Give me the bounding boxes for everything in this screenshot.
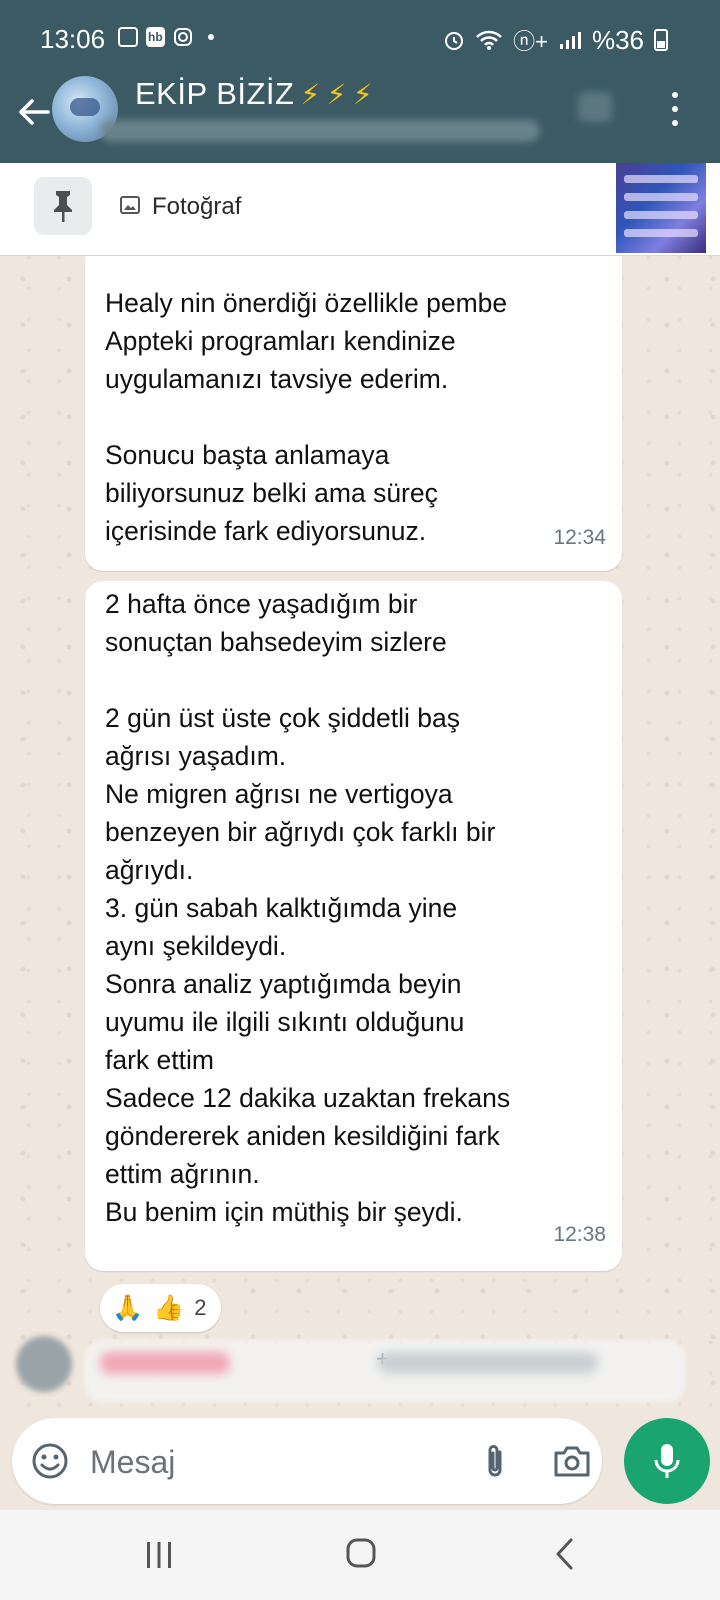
more-options-icon[interactable] [670, 92, 680, 126]
dot-icon [201, 27, 221, 47]
pray-emoji: 🙏 [112, 1293, 144, 1322]
signal-icon [559, 32, 581, 49]
pinned-label: Fotoğraf [152, 193, 242, 220]
camera-icon[interactable] [552, 1443, 592, 1479]
hb-app-icon: hb [146, 27, 165, 47]
pinned-message-bar[interactable]: Fotoğraf [0, 163, 720, 256]
gallery-icon [118, 27, 138, 47]
status-bar: 13:06 hb ⓝ+ %36 [0, 0, 720, 82]
message-time: 12:38 [553, 1223, 606, 1246]
alarm-icon [445, 32, 464, 50]
emoji-icon[interactable] [30, 1441, 70, 1481]
lightning-emoji: ⚡ [300, 78, 321, 110]
pin-icon [54, 191, 72, 222]
back-icon[interactable] [550, 1536, 580, 1572]
message-composer [12, 1418, 602, 1504]
pinned-thumbnail[interactable] [616, 163, 706, 253]
system-nav-bar [0, 1510, 720, 1600]
status-time: 13:06 [40, 24, 106, 54]
sender-avatar-redacted[interactable] [16, 1336, 72, 1392]
members-subtitle-redacted [100, 120, 540, 142]
message-time: 12:34 [553, 526, 606, 549]
sender-phone-redacted [378, 1352, 598, 1374]
battery-text: %36 [591, 24, 644, 55]
status-right: ⓝ+ %36 [443, 24, 668, 56]
message-text: 2 hafta önce yaşadığım bir sonuçtan bahs… [105, 589, 511, 1227]
status-left-icons: hb [118, 27, 221, 47]
instagram-icon [173, 27, 193, 47]
lightning-emoji: ⚡ [326, 78, 347, 110]
photo-icon [120, 196, 140, 214]
thumbs-up-emoji: 👍 [153, 1293, 185, 1322]
back-arrow-icon[interactable] [14, 92, 54, 132]
message-input[interactable] [88, 1438, 462, 1486]
chat-header: 13:06 hb ⓝ+ %36 EKİP BİZİZ ⚡ ⚡ ⚡ [0, 0, 720, 163]
message-bubble[interactable]: Healy nin önerdiği özellikle pembe Appte… [85, 256, 622, 571]
hd-plus-icon: ⓝ+ [513, 29, 548, 54]
recent-apps-icon[interactable] [142, 1538, 176, 1572]
sender-name-redacted [100, 1352, 230, 1374]
call-button-redacted[interactable] [578, 92, 612, 122]
group-title[interactable]: EKİP BİZİZ ⚡ ⚡ ⚡ [135, 76, 373, 112]
voice-message-button[interactable] [624, 1418, 710, 1504]
chat-area[interactable]: Healy nin önerdiği özellikle pembe Appte… [0, 256, 720, 1408]
battery-icon [654, 29, 668, 51]
wifi-icon [476, 30, 502, 50]
message-bubble[interactable]: 2 hafta önce yaşadığım bir sonuçtan bahs… [85, 581, 622, 1271]
lightning-emoji: ⚡ [352, 78, 373, 110]
group-name: EKİP BİZİZ [135, 76, 295, 111]
message-text: Healy nin önerdiği özellikle pembe Appte… [105, 288, 508, 546]
pin-button[interactable] [34, 177, 92, 235]
attach-icon[interactable] [480, 1442, 510, 1482]
reaction-count: 2 [194, 1295, 207, 1320]
microphone-icon [654, 1444, 680, 1478]
reactions-pill[interactable]: 🙏 👍 2 [100, 1284, 221, 1332]
home-icon[interactable] [344, 1536, 378, 1570]
